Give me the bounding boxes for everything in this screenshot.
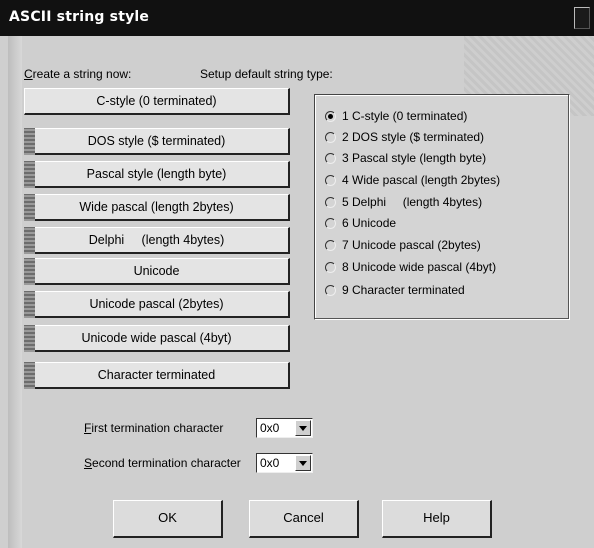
second-termination-label: Second termination character bbox=[84, 456, 241, 470]
chevron-down-icon[interactable] bbox=[295, 455, 311, 471]
left-edge-decoration bbox=[8, 36, 22, 548]
radio-button[interactable] bbox=[325, 132, 336, 143]
wide-pascal-button[interactable]: Wide pascal (length 2bytes) bbox=[24, 194, 290, 221]
delphi-button[interactable]: Delphi (length 4bytes) bbox=[24, 227, 290, 254]
radio-button-checked[interactable] bbox=[325, 111, 336, 122]
close-icon[interactable] bbox=[574, 7, 590, 29]
window-title: ASCII string style bbox=[9, 9, 150, 25]
button-edge-decoration bbox=[24, 291, 35, 318]
dos-style-button[interactable]: DOS style ($ terminated) bbox=[24, 128, 290, 155]
radio-button[interactable] bbox=[325, 175, 336, 186]
radio-button[interactable] bbox=[325, 197, 336, 208]
radio-button[interactable] bbox=[325, 262, 336, 273]
title-bar[interactable]: ASCII string style bbox=[0, 0, 594, 36]
unicode-pascal-button-label: Unicode pascal (2bytes) bbox=[89, 297, 224, 311]
button-edge-decoration bbox=[24, 325, 35, 352]
button-edge-decoration bbox=[24, 194, 35, 221]
cancel-button[interactable]: Cancel bbox=[249, 500, 359, 538]
radio-button[interactable] bbox=[325, 153, 336, 164]
help-button[interactable]: Help bbox=[382, 500, 492, 538]
pascal-style-button-label: Pascal style (length byte) bbox=[86, 167, 227, 181]
wide-pascal-button-label: Wide pascal (length 2bytes) bbox=[79, 200, 234, 214]
c-style-button[interactable]: C-style (0 terminated) bbox=[24, 88, 290, 115]
button-edge-decoration bbox=[24, 161, 35, 188]
setup-default-label: Setup default string type: bbox=[200, 67, 333, 81]
button-edge-decoration bbox=[24, 362, 35, 389]
radio-button[interactable] bbox=[325, 218, 336, 229]
default-type-group: 1 C-style (0 terminated) 2 DOS style ($ … bbox=[314, 94, 570, 320]
first-termination-label: First termination character bbox=[84, 421, 224, 435]
button-edge-decoration bbox=[24, 258, 35, 285]
unicode-wide-pascal-button-label: Unicode wide pascal (4byt) bbox=[81, 331, 232, 345]
ascii-string-style-dialog: ASCII string style Create a string now: … bbox=[0, 0, 594, 548]
unicode-button-label: Unicode bbox=[133, 264, 180, 278]
character-terminated-button[interactable]: Character terminated bbox=[24, 362, 290, 389]
pascal-style-button[interactable]: Pascal style (length byte) bbox=[24, 161, 290, 188]
ok-button[interactable]: OK bbox=[113, 500, 223, 538]
button-edge-decoration bbox=[24, 227, 35, 254]
delphi-button-label: Delphi (length 4bytes) bbox=[88, 233, 225, 247]
unicode-button[interactable]: Unicode bbox=[24, 258, 290, 285]
unicode-pascal-button[interactable]: Unicode pascal (2bytes) bbox=[24, 291, 290, 318]
radio-button[interactable] bbox=[325, 240, 336, 251]
button-edge-decoration bbox=[24, 128, 35, 155]
first-termination-value: 0x0 bbox=[260, 421, 280, 435]
create-string-label: Create a string now: bbox=[24, 67, 132, 81]
radio-button[interactable] bbox=[325, 285, 336, 296]
chevron-down-icon[interactable] bbox=[295, 420, 311, 436]
unicode-wide-pascal-button[interactable]: Unicode wide pascal (4byt) bbox=[24, 325, 290, 352]
character-terminated-button-label: Character terminated bbox=[97, 368, 216, 382]
second-termination-select[interactable]: 0x0 bbox=[256, 453, 313, 473]
c-style-button-label: C-style (0 terminated) bbox=[96, 94, 217, 108]
first-termination-select[interactable]: 0x0 bbox=[256, 418, 313, 438]
second-termination-value: 0x0 bbox=[260, 456, 280, 470]
dos-style-button-label: DOS style ($ terminated) bbox=[87, 134, 226, 148]
